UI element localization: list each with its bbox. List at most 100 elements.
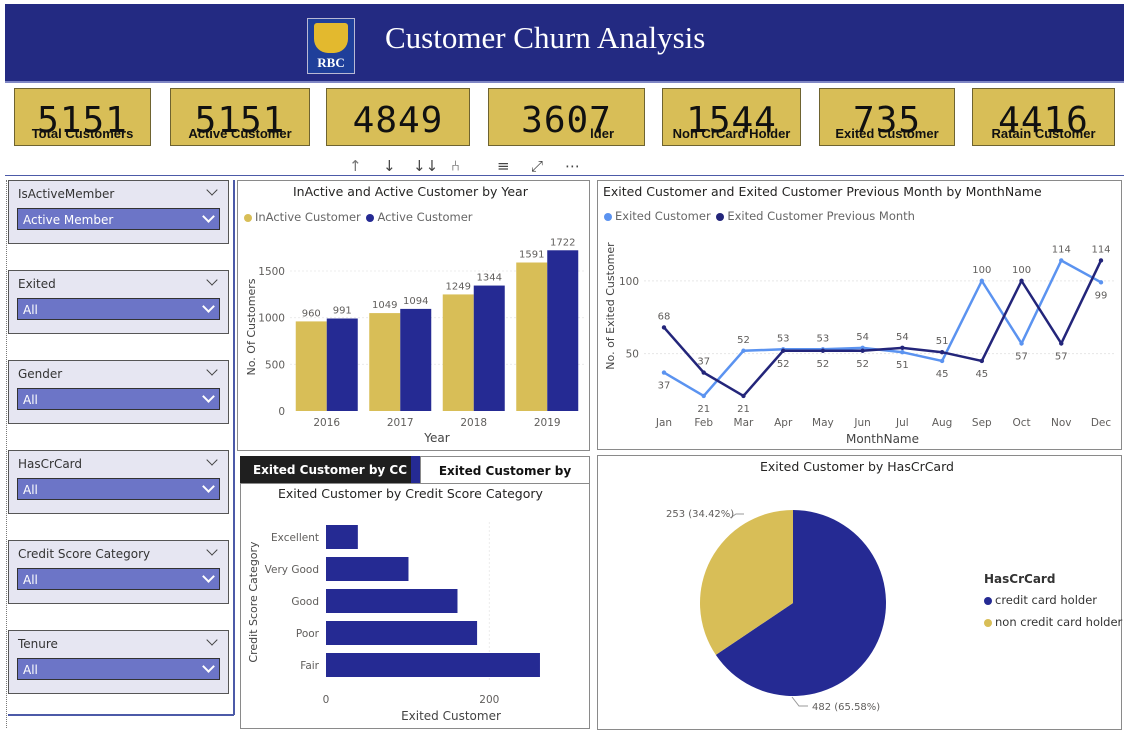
data-label: 21 [697, 404, 710, 415]
kpi-exited-customer[interactable]: 735 Exited Customer [819, 88, 955, 146]
y-axis-title: No. of Exited Customer [604, 242, 617, 370]
y-tick-label: 1000 [258, 313, 285, 325]
expand-hierarchy-icon[interactable]: ⑃ [451, 157, 460, 175]
chevron-down-icon[interactable] [206, 454, 218, 466]
bar [326, 318, 358, 411]
y-tick-label: 1500 [258, 266, 285, 278]
page-title: Customer Churn Analysis [385, 20, 706, 55]
slicer-panel-bottom [8, 714, 234, 716]
rbc-logo: RBC [307, 18, 355, 74]
slicer-dropdown[interactable]: All [17, 568, 220, 590]
chevron-down-icon[interactable] [206, 184, 218, 196]
kpi-label: Total Customers [31, 126, 134, 141]
chart-card-exited-by-month[interactable]: Exited Customer and Exited Customer Prev… [597, 180, 1122, 450]
data-label: 52 [737, 335, 750, 346]
slicer-selected-value: Active Member [23, 213, 114, 227]
slicer-dropdown[interactable]: Active Member [17, 208, 220, 230]
kpi-non-crcard-holder[interactable]: 1544 Non CrCard Holder [662, 88, 801, 146]
bar [326, 525, 358, 549]
kpi-card-4[interactable]: 3607 lder [488, 88, 645, 146]
bar-chart: 0 200 Excellent Very Good Good Poor Fair Exited… [247, 522, 540, 723]
slicer-title: HasCrCard [18, 457, 83, 471]
slicer-selected-value: All [23, 573, 38, 587]
chart-card-exited-by-hascrcard[interactable]: Exited Customer by HasCrCard 253 (34.42%… [597, 455, 1122, 730]
legend-item[interactable]: non credit card holder [984, 615, 1122, 629]
data-label: 1094 [403, 296, 428, 307]
chevron-down-icon[interactable] [206, 274, 218, 286]
arrow-up-icon[interactable]: ↑ [349, 157, 362, 175]
slicer-title: Gender [18, 367, 63, 381]
chart-card-exited-by-credit-score[interactable]: Exited Customer by Credit Score Category… [240, 483, 590, 729]
x-tick-label: Oct [1012, 417, 1030, 429]
data-label: 960 [302, 308, 321, 319]
slicer-panel-divider [233, 180, 235, 715]
legend-item[interactable]: credit card holder [984, 593, 1097, 607]
data-label: 68 [658, 311, 671, 322]
dropdown-chevron-icon [202, 390, 215, 403]
double-arrow-down-icon[interactable]: ↓↓ [413, 157, 438, 175]
y-tick-label: 0 [278, 406, 285, 418]
slicer-dropdown[interactable]: All [17, 388, 220, 410]
kpi-total-customers[interactable]: 5151 Total Customers [14, 88, 151, 146]
x-tick-label: Mar [734, 417, 754, 429]
kpi-active-customer[interactable]: 5151 Active Customer [170, 88, 310, 146]
tab-exited-by-cc-cat[interactable]: Exited Customer by CC Cat [240, 456, 420, 505]
visual-tabs: Exited Customer by CC Cat Exited Custome… [240, 456, 590, 506]
x-tick-label: Feb [694, 417, 713, 429]
bar [400, 308, 432, 411]
y-tick-label: 500 [265, 359, 285, 371]
kpi-card-3[interactable]: 4849 [326, 88, 470, 146]
bar [326, 621, 478, 645]
logo-text: RBC [317, 55, 345, 70]
arrow-down-icon[interactable]: ↓ [383, 157, 396, 175]
divider-line [5, 175, 1124, 176]
slicer-tenure: Tenure All [8, 630, 229, 694]
tab-accent [411, 456, 420, 484]
data-label: 53 [777, 333, 790, 344]
data-label: 99 [1095, 290, 1108, 301]
kpi-retain-customer[interactable]: 4416 Ratain Customer [972, 88, 1115, 146]
x-tick-label: Aug [932, 417, 953, 429]
column-chart: 0 500 1000 1500 2016 960 991 2017 1049 1094 2018 12… [245, 237, 584, 445]
slicer-selected-value: All [23, 663, 38, 677]
y-tick-label: Good [291, 596, 319, 608]
data-label: 482 (65.58%) [812, 702, 880, 713]
data-label: 57 [1015, 351, 1028, 362]
slicer-isactivemember: IsActiveMember Active Member [8, 180, 229, 244]
kpi-label: lder [590, 126, 614, 141]
dropdown-chevron-icon [202, 300, 215, 313]
data-point [939, 358, 945, 364]
slicer-dropdown[interactable]: All [17, 658, 220, 680]
x-tick-label: Jun [853, 417, 870, 429]
y-tick-label: 100 [619, 276, 639, 288]
focus-mode-icon[interactable]: ⤢ [531, 157, 543, 175]
bar [547, 250, 579, 411]
filter-icon[interactable]: ≡ [497, 157, 510, 175]
chevron-down-icon[interactable] [206, 544, 218, 556]
kpi-label: Ratain Customer [991, 126, 1096, 141]
slicer-credit-score-category: Credit Score Category All [8, 540, 229, 604]
slicer-dropdown[interactable]: All [17, 298, 220, 320]
chevron-down-icon[interactable] [206, 634, 218, 646]
y-tick-label: Poor [296, 628, 320, 640]
slicer-title: IsActiveMember [18, 187, 115, 201]
tab-exited-by-gender[interactable]: Exited Customer by Gender [420, 456, 590, 506]
data-label: 1344 [477, 273, 502, 284]
chevron-down-icon[interactable] [206, 364, 218, 376]
bar [516, 262, 548, 411]
data-label: 21 [737, 404, 750, 415]
data-label: 1591 [519, 250, 544, 261]
data-label: 52 [817, 359, 830, 370]
slicer-title: Exited [18, 277, 56, 291]
more-options-icon[interactable]: ⋯ [565, 157, 580, 175]
data-point [900, 345, 905, 351]
data-point [661, 370, 667, 375]
kpi-label: Non CrCard Holder [672, 126, 791, 141]
x-tick-label: 200 [479, 694, 499, 706]
data-label: 37 [658, 381, 671, 392]
chart-card-customers-by-year[interactable]: InActive and Active Customer by Year InA… [237, 180, 590, 451]
slicer-selected-value: All [23, 483, 38, 497]
data-point [1019, 278, 1024, 284]
kpi-label: Exited Customer [835, 126, 939, 141]
slicer-dropdown[interactable]: All [17, 478, 220, 500]
